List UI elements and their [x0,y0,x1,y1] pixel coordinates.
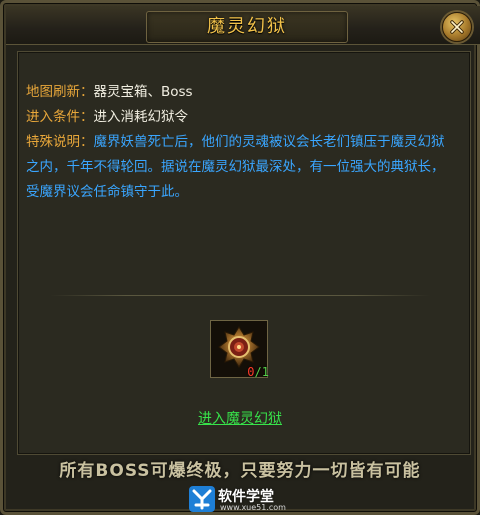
dialog-title: 魔灵幻狱 [207,16,287,37]
divider [50,295,430,296]
token-count: 0/1 [247,365,269,379]
special-label: 特殊说明： [26,134,94,150]
token-have: 0 [247,365,255,379]
enter-dungeon-link[interactable]: 进入魔灵幻狱 [0,408,480,428]
close-icon [450,20,464,34]
watermark-logo-icon [189,486,215,512]
condition-row: 进入条件：进入消耗幻狱令 [26,105,450,130]
refresh-label: 地图刷新： [26,84,94,100]
footer-slogan: 所有BOSS可爆终极，只要努力一切皆有可能 [59,461,421,481]
token-need: 1 [261,365,269,379]
token-separator: / [254,365,262,379]
refresh-row: 地图刷新：器灵宝箱、Boss [26,80,450,105]
watermark-url: www.xue51.com [220,503,286,512]
entry-token-slot[interactable]: 0/1 [210,320,269,379]
condition-value: 进入消耗幻狱令 [93,109,189,125]
close-button[interactable] [442,12,472,42]
title-plate: 魔灵幻狱 [146,11,348,43]
special-row: 特殊说明：魔界妖兽死亡后，他们的灵魂被议会长老们镇压于魔灵幻狱之内，千年不得轮回… [26,130,450,205]
refresh-value: 器灵宝箱、Boss [93,84,193,100]
map-info: 地图刷新：器灵宝箱、Boss 进入条件：进入消耗幻狱令 特殊说明：魔界妖兽死亡后… [26,80,450,205]
watermark: 软件学堂 www.xue51.com [188,484,298,514]
title-bar: 魔灵幻狱 [6,6,480,45]
dialog-window: 魔灵幻狱 [0,0,480,515]
condition-label: 进入条件： [26,109,94,125]
